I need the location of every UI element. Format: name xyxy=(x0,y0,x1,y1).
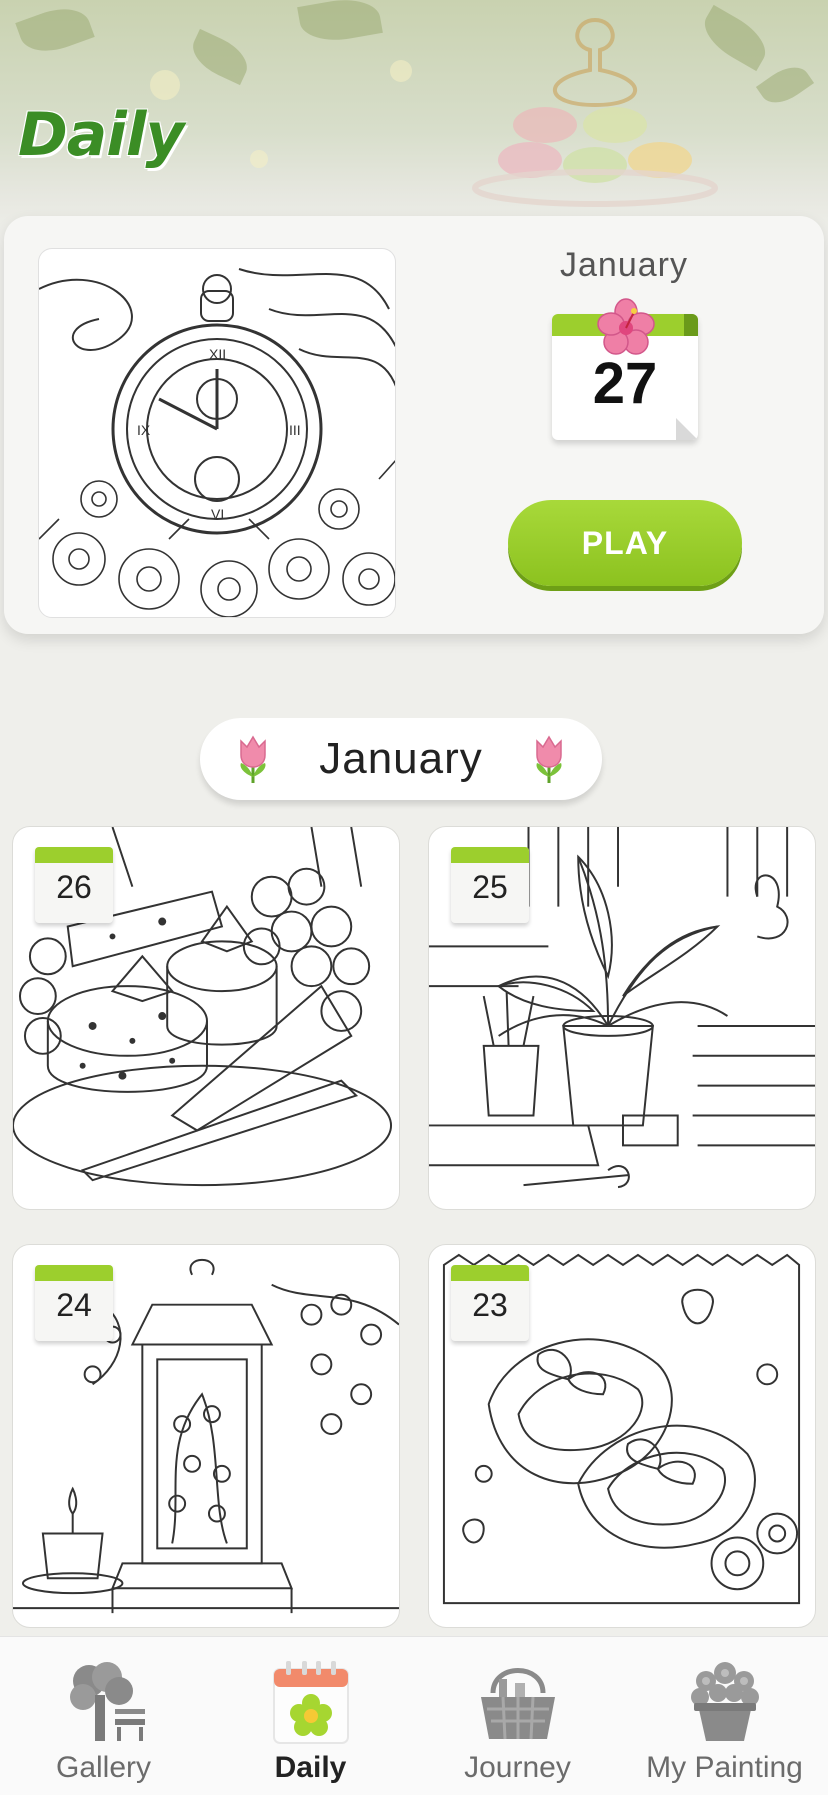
macaron-stand-illustration xyxy=(472,17,718,207)
featured-daily-card: XII III IX VI January 27 PLAY xyxy=(4,216,824,634)
day-tag-bar xyxy=(451,847,529,863)
leaf-decoration xyxy=(297,0,383,47)
day-number: 26 xyxy=(56,869,92,905)
day-tag-bar xyxy=(451,1265,529,1281)
day-tag: 24 xyxy=(35,1265,113,1341)
nav-my-painting[interactable]: My Painting xyxy=(621,1637,828,1795)
nav-journey-label: Journey xyxy=(464,1751,571,1784)
nav-daily[interactable]: Daily xyxy=(207,1637,414,1795)
pocket-watch-artwork: XII III IX VI xyxy=(39,268,395,617)
svg-text:VI: VI xyxy=(211,506,224,522)
leaf-decoration xyxy=(185,28,255,86)
bokeh-decoration xyxy=(250,150,268,168)
page-curl xyxy=(676,418,698,440)
daily-card-25[interactable]: 25 xyxy=(428,826,816,1210)
nav-my-painting-label: My Painting xyxy=(646,1751,803,1784)
day-number: 25 xyxy=(472,869,508,905)
day-number: 23 xyxy=(472,1287,508,1323)
svg-text:IX: IX xyxy=(137,422,151,438)
play-button[interactable]: PLAY xyxy=(508,500,742,586)
month-section-label: January xyxy=(319,734,483,783)
day-tag: 26 xyxy=(35,847,113,923)
tulip-icon xyxy=(536,735,562,783)
bokeh-decoration xyxy=(390,60,412,82)
daily-card-26[interactable]: 26 xyxy=(12,826,400,1210)
leaf-decoration xyxy=(755,58,815,112)
nav-journey[interactable]: Journey xyxy=(414,1637,621,1795)
page-title: Daily xyxy=(18,100,185,170)
calendar-flower-icon xyxy=(272,1661,349,1744)
day-tag: 23 xyxy=(451,1265,529,1341)
leaf-decoration xyxy=(15,0,95,61)
bokeh-decoration xyxy=(150,70,180,100)
day-tag-bar xyxy=(35,847,113,863)
featured-month: January xyxy=(560,246,688,284)
tulip-icon xyxy=(240,735,266,783)
month-section-header: January xyxy=(200,718,602,800)
header-banner: Daily xyxy=(0,0,828,240)
featured-day: 27 xyxy=(592,351,658,416)
day-tag-bar xyxy=(35,1265,113,1281)
bottom-navigation: Gallery Daily Journey My Painting xyxy=(0,1636,828,1795)
nav-daily-label: Daily xyxy=(274,1751,347,1784)
daily-card-24[interactable]: 24 xyxy=(12,1244,400,1628)
tree-bench-icon xyxy=(69,1662,145,1741)
day-number: 24 xyxy=(56,1287,92,1323)
featured-artwork[interactable]: XII III IX VI xyxy=(38,248,396,618)
flower-pot-icon xyxy=(690,1662,759,1741)
hibiscus-flower-icon xyxy=(597,298,655,355)
day-tag: 25 xyxy=(451,847,529,923)
svg-text:XII: XII xyxy=(209,346,226,362)
picnic-basket-icon xyxy=(480,1668,555,1740)
nav-gallery[interactable]: Gallery xyxy=(0,1637,207,1795)
daily-card-23[interactable]: 23 xyxy=(428,1244,816,1628)
nav-gallery-label: Gallery xyxy=(55,1751,152,1784)
svg-text:III: III xyxy=(289,422,301,438)
